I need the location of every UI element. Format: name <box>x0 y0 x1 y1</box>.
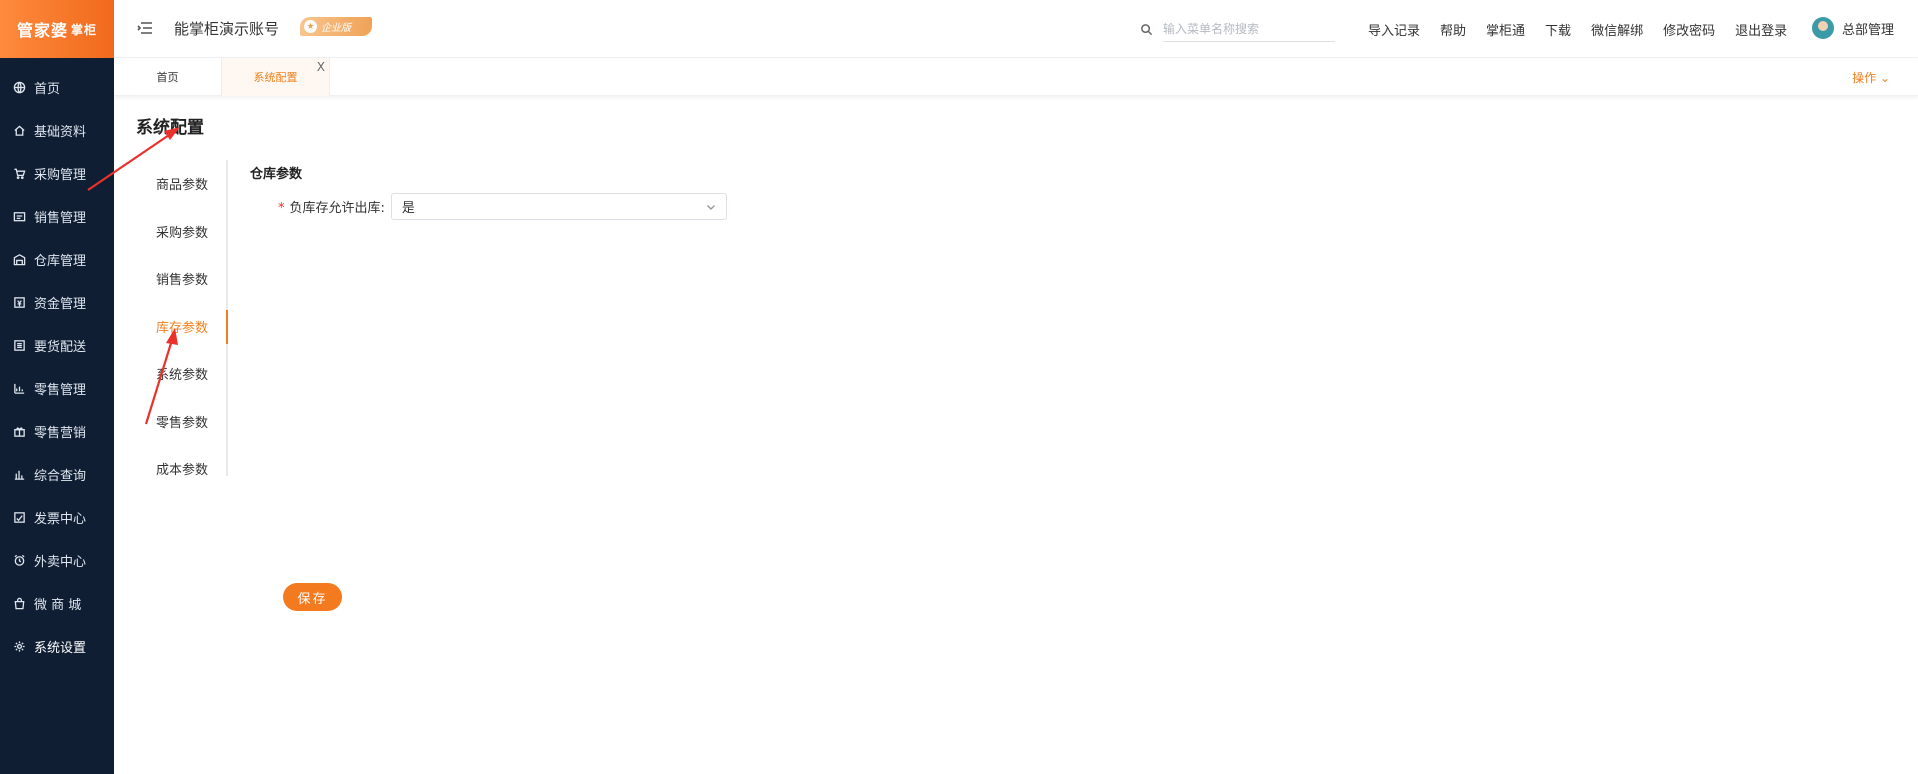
subnav-cost-params[interactable]: 成本参数 <box>136 445 226 493</box>
bar-chart-icon <box>12 468 26 482</box>
brand-logo[interactable]: 管家婆 掌柜 <box>0 0 114 58</box>
delivery-icon <box>12 339 26 353</box>
subnav-purchase-params[interactable]: 采购参数 <box>136 208 226 256</box>
user-menu[interactable]: 总部管理 <box>1811 17 1894 39</box>
edition-badge-label: 企业版 <box>321 23 351 34</box>
zhangguitong-link[interactable]: 掌柜通 <box>1486 20 1525 39</box>
sidebar-item-label: 综合查询 <box>34 469 87 484</box>
tab-label: 系统配置 <box>253 71 298 84</box>
account-name: 能掌柜演示账号 <box>174 20 280 38</box>
download-link[interactable]: 下载 <box>1545 20 1571 39</box>
cart-icon <box>12 167 26 181</box>
sidebar-item-label: 零售营销 <box>34 426 87 441</box>
tab-system-config[interactable]: 系统配置 X <box>222 58 330 96</box>
page-title: 系统配置 <box>136 118 204 138</box>
chevron-down-icon: ⌄ <box>1879 71 1890 85</box>
wechat-unbind-link[interactable]: 微信解绑 <box>1591 20 1643 39</box>
select-value: 是 <box>401 201 415 216</box>
annotation-arrows <box>87 127 180 425</box>
operate-label: 操作 <box>1852 71 1877 85</box>
collapse-menu-icon[interactable] <box>136 19 154 37</box>
home-icon <box>12 124 26 138</box>
menu-search-input[interactable] <box>1163 16 1335 42</box>
sidebar-item-query[interactable]: 综合查询 <box>0 453 114 496</box>
logo-main: 管家婆 <box>16 21 68 40</box>
alarm-icon <box>12 554 26 568</box>
sidebar-item-label: 销售管理 <box>34 211 87 226</box>
logout-link[interactable]: 退出登录 <box>1735 20 1787 39</box>
import-records-link[interactable]: 导入记录 <box>1368 20 1420 39</box>
subnav-system-params[interactable]: 系统参数 <box>136 350 226 398</box>
tab-home[interactable]: 首页 <box>114 58 222 96</box>
negative-stock-form-row: * 负库存允许出库: 是 <box>278 193 727 220</box>
subnav-sales-params[interactable]: 销售参数 <box>136 255 226 303</box>
page-tabs: 首页 系统配置 X 操作 ⌄ <box>114 58 1918 96</box>
wallet-icon <box>12 296 26 310</box>
sidebar-item-label: 零售管理 <box>34 383 87 398</box>
close-icon[interactable]: X <box>317 60 325 74</box>
sidebar-item-funds[interactable]: 资金管理 <box>0 281 114 324</box>
sidebar-item-settings[interactable]: 系统设置 <box>0 625 114 668</box>
sidebar-item-label: 首页 <box>34 82 61 97</box>
sidebar-item-invoice[interactable]: 发票中心 <box>0 496 114 539</box>
sidebar-item-retail-marketing[interactable]: 零售营销 <box>0 410 114 453</box>
gift-icon <box>12 425 26 439</box>
save-button[interactable]: 保存 <box>283 583 342 611</box>
subnav-retail-params[interactable]: 零售参数 <box>136 398 226 446</box>
sidebar-item-label: 系统设置 <box>34 641 87 656</box>
sidebar-item-label: 采购管理 <box>34 168 87 183</box>
menu-search <box>1140 16 1340 42</box>
gear-icon <box>12 640 26 654</box>
config-subnav: 商品参数 采购参数 销售参数 库存参数 系统参数 零售参数 成本参数 <box>136 160 228 478</box>
sidebar-item-retail[interactable]: 零售管理 <box>0 367 114 410</box>
shop-bag-icon <box>12 597 26 611</box>
search-icon <box>1141 23 1153 35</box>
section-title: 仓库参数 <box>250 167 303 182</box>
sidebar-item-delivery[interactable]: 要货配送 <box>0 324 114 367</box>
sidebar: 管家婆 掌柜 首页 基础资料 采购管理 销售管理 仓库管理 资金管理 要货配送 … <box>0 0 114 774</box>
edition-badge: ★ 企业版 <box>300 17 372 36</box>
sidebar-item-label: 微 商 城 <box>34 598 82 613</box>
change-password-link[interactable]: 修改密码 <box>1663 20 1715 39</box>
field-label: * 负库存允许出库: <box>278 197 385 216</box>
top-header: 能掌柜演示账号 ★ 企业版 导入记录 帮助 掌柜通 下载 微信解绑 修改密码 退… <box>114 0 1918 58</box>
help-link[interactable]: 帮助 <box>1440 20 1466 39</box>
sidebar-item-sales[interactable]: 销售管理 <box>0 195 114 238</box>
sales-icon <box>12 210 26 224</box>
tab-label: 首页 <box>156 71 179 84</box>
app-root: 管家婆 掌柜 首页 基础资料 采购管理 销售管理 仓库管理 资金管理 要货配送 … <box>0 0 1918 774</box>
sidebar-item-label: 发票中心 <box>34 512 87 527</box>
sidebar-item-basic-data[interactable]: 基础资料 <box>0 109 114 152</box>
warehouse-icon <box>12 253 26 267</box>
subnav-goods-params[interactable]: 商品参数 <box>136 160 226 208</box>
sidebar-item-label: 资金管理 <box>34 297 87 312</box>
sidebar-menu: 首页 基础资料 采购管理 销售管理 仓库管理 资金管理 要货配送 零售管理 零售… <box>0 66 114 668</box>
logo-sub: 掌柜 <box>71 22 98 37</box>
required-mark: * <box>278 201 285 216</box>
retail-chart-icon <box>12 382 26 396</box>
star-icon: ★ <box>304 20 317 33</box>
chevron-down-icon <box>706 204 715 210</box>
field-label-text: 负库存允许出库: <box>289 201 385 216</box>
sidebar-item-label: 要货配送 <box>34 340 87 355</box>
operate-dropdown[interactable]: 操作 ⌄ <box>1852 69 1890 86</box>
globe-icon <box>12 81 26 95</box>
sidebar-item-label: 基础资料 <box>34 125 87 140</box>
sidebar-item-takeout[interactable]: 外卖中心 <box>0 539 114 582</box>
sidebar-item-warehouse[interactable]: 仓库管理 <box>0 238 114 281</box>
invoice-icon <box>12 511 26 525</box>
negative-stock-select[interactable]: 是 <box>390 193 727 220</box>
user-name: 总部管理 <box>1841 22 1894 38</box>
sidebar-item-purchase[interactable]: 采购管理 <box>0 152 114 195</box>
avatar <box>1811 17 1834 39</box>
sidebar-item-label: 仓库管理 <box>34 254 87 269</box>
subnav-inventory-params[interactable]: 库存参数 <box>136 303 228 351</box>
sidebar-item-mall[interactable]: 微 商 城 <box>0 582 114 625</box>
top-links: 导入记录 帮助 掌柜通 下载 微信解绑 修改密码 退出登录 <box>1368 20 1807 39</box>
sidebar-item-home[interactable]: 首页 <box>0 66 114 109</box>
sidebar-item-label: 外卖中心 <box>34 555 87 570</box>
